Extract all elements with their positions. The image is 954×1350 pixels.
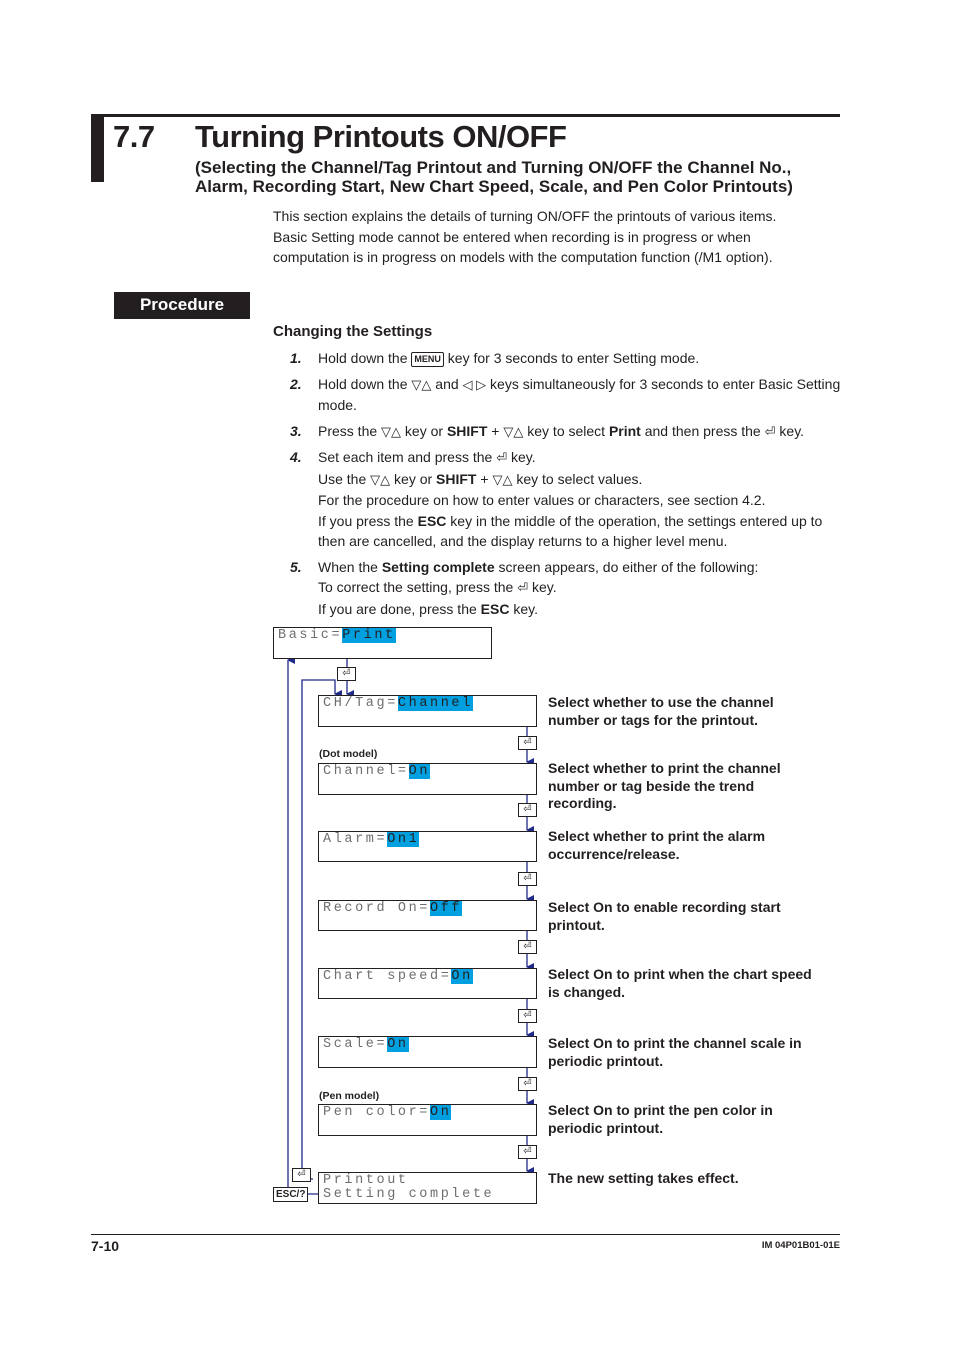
lcd-line-2: Setting complete: [323, 1187, 495, 1202]
footer-rule: [91, 1234, 840, 1235]
lcd-record-on: Record On=Off: [318, 900, 537, 931]
enter-key-icon: ⏎: [518, 1077, 537, 1091]
enter-key-icon: ⏎: [518, 940, 537, 954]
lcd-value: Print: [342, 628, 396, 643]
lcd-label: Scale=: [323, 1037, 388, 1052]
lcd-value: On1: [387, 832, 420, 847]
desc-scale: Select On to print the channel scale in …: [548, 1035, 802, 1069]
lcd-label: CH/Tag=: [323, 696, 398, 711]
lcd-label: Record On=: [323, 901, 431, 916]
enter-key-icon: ⏎: [518, 803, 537, 817]
lcd-value: Off: [430, 901, 463, 916]
lcd-label: Alarm=: [323, 832, 388, 847]
enter-key-icon: ⏎: [518, 872, 537, 886]
lcd-value: On: [387, 1037, 409, 1052]
lcd-basic-print: Basic=Print: [273, 627, 492, 659]
lcd-label: Basic=: [278, 628, 343, 643]
flow-return-esc: [287, 656, 318, 1195]
lcd-value: On: [408, 764, 431, 779]
esc-help-key-icon: ESC/?: [273, 1187, 309, 1202]
note-dot-model: (Dot model): [319, 748, 378, 760]
desc-record-on: Select On to enable recording start prin…: [548, 899, 781, 933]
desc-alarm: Select whether to print the alarm occurr…: [548, 828, 766, 862]
lcd-line-1: Printout: [323, 1173, 409, 1188]
lcd-scale: Scale=On: [318, 1036, 537, 1068]
note-pen-model: (Pen model): [319, 1090, 380, 1102]
lcd-value: On: [430, 1105, 452, 1120]
desc-ch-tag: Select whether to use the channel number…: [548, 694, 774, 728]
lcd-ch-tag: CH/Tag=Channel: [318, 695, 537, 727]
desc-channel: Select whether to print the channel numb…: [548, 760, 781, 811]
enter-key-icon: ⏎: [337, 667, 356, 681]
desc-complete: The new setting takes effect.: [548, 1170, 739, 1186]
lcd-label: Chart speed=: [323, 969, 452, 984]
lcd-alarm: Alarm=On1: [318, 831, 537, 862]
desc-chart-speed: Select On to print when the chart speed …: [548, 966, 812, 1000]
enter-key-icon: ⏎: [518, 1145, 537, 1159]
lcd-chart-speed: Chart speed=On: [318, 968, 537, 999]
page-number: 7-10: [91, 1238, 120, 1254]
enter-key-icon: ⏎: [292, 1168, 311, 1182]
flow-lines: [287, 656, 534, 1195]
lcd-value: Channel: [397, 696, 473, 711]
lcd-label: Channel=: [323, 764, 409, 779]
enter-key-icon: ⏎: [518, 1009, 537, 1023]
lcd-value: On: [451, 969, 473, 984]
lcd-label: Pen color=: [323, 1105, 431, 1120]
desc-pen-color: Select On to print the pen color in peri…: [548, 1102, 773, 1136]
lcd-setting-complete: Printout Setting complete: [318, 1172, 537, 1204]
lcd-pen-color: Pen color=On: [318, 1104, 537, 1136]
enter-key-icon: ⏎: [518, 736, 537, 750]
lcd-channel: Channel=On: [318, 763, 537, 795]
document-id: IM 04P01B01-01E: [761, 1240, 840, 1251]
